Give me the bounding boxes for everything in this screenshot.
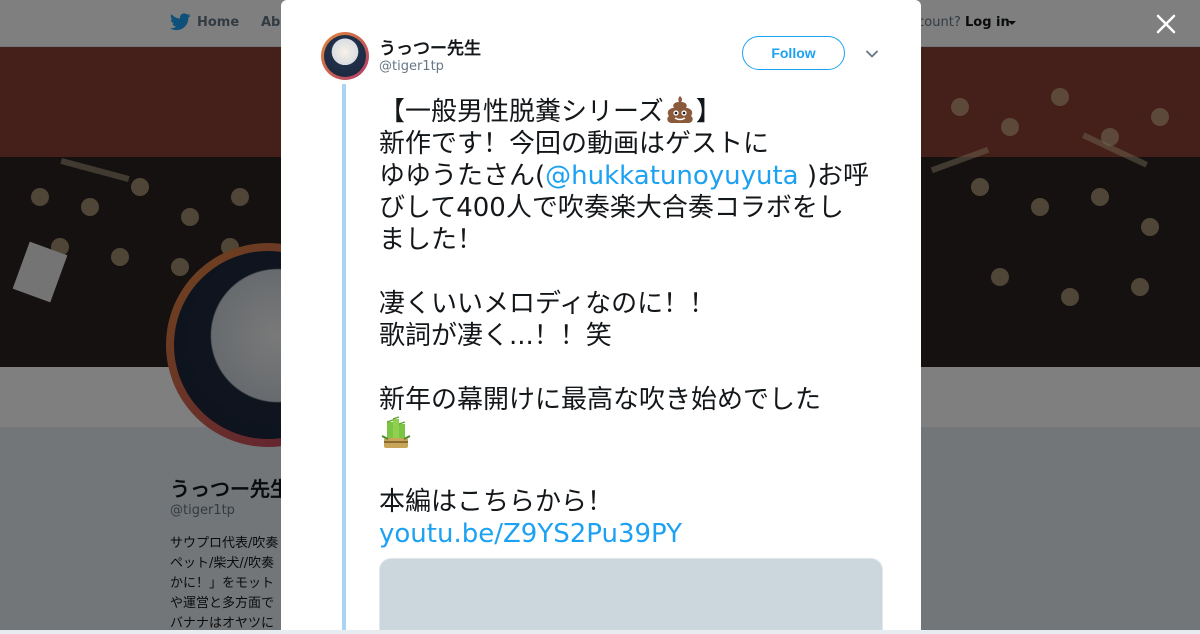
follow-button[interactable]: Follow	[742, 36, 845, 70]
tweet-line: ました！	[379, 225, 484, 255]
tweet-line: びして400人で吹奏楽大合奏コラボをし	[379, 193, 844, 223]
tweet-line: 歌詞が凄く...！！笑	[379, 321, 612, 351]
tweet-line: 】	[695, 97, 722, 127]
thread-line	[342, 84, 346, 630]
author-name[interactable]: うっつー先生	[379, 34, 481, 59]
tweet-line: 新作です！今回の動画はゲストに	[379, 129, 770, 159]
author-handle[interactable]: @tiger1tp	[379, 59, 444, 74]
tweet-line: ゆゆうたさん(	[379, 161, 546, 191]
tweet-line: 本編はこちらから！	[379, 487, 614, 517]
tweet-line: 凄くいいメロディなのに！！	[379, 289, 716, 319]
author-avatar[interactable]	[321, 32, 369, 80]
close-icon[interactable]	[1152, 10, 1180, 38]
mention-link[interactable]: @hukkatunoyuyuta	[545, 161, 798, 191]
media-preview-card[interactable]	[379, 558, 883, 630]
tweet-text: 【一般男性脱糞シリーズ 】 新作です！今回の動画はゲストに ゆゆうたさん(@hu…	[379, 94, 879, 550]
tweet-modal: うっつー先生 @tiger1tp Follow 【一般男性脱糞シリーズ 】 新作…	[281, 0, 921, 630]
tweet-line: 【一般男性脱糞シリーズ	[379, 97, 664, 127]
kadomatsu-emoji	[381, 416, 411, 448]
chevron-down-icon[interactable]	[865, 47, 879, 61]
youtube-link[interactable]: youtu.be/Z9YS2Pu39PY	[379, 519, 682, 549]
tweet-line: )お呼	[798, 161, 870, 191]
pile-of-poo-emoji	[667, 96, 693, 123]
tweet-line: 新年の幕開けに最高な吹き始めでした	[379, 385, 822, 415]
